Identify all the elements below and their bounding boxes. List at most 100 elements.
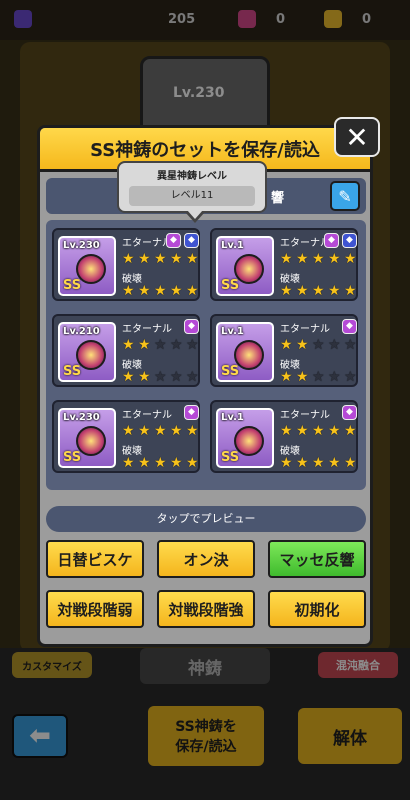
edit-set-name-button[interactable]: ✎ [330,181,360,211]
ss-rank-badge: SS [221,450,240,465]
star-filled-icon: ★ [312,423,325,439]
star-filled-icon: ★ [328,283,341,299]
shinchu-card[interactable]: Lv.230 SS エターナル ◆ ◆ ★ ★ ★ ★ ★ 破壊 ★ ★ ★ ★ ★ [52,228,200,301]
rune-badge-icon: ◆ [342,405,357,420]
shinchu-card[interactable]: Lv.210 SS エターナル ◆ ★ ★ ★ ★ ★ 破壊 ★ ★ ★ ★ ★ [52,314,200,387]
star-filled-icon: ★ [138,283,151,299]
star-rating-bottom: ★ ★ ★ ★ ★ [122,456,201,470]
shinchu-thumbnail: Lv.230 SS [58,408,116,468]
star-filled-icon: ★ [154,283,167,299]
shinchu-card[interactable]: Lv.1 SS エターナル ◆ ★ ★ ★ ★ ★ 破壊 ★ ★ ★ ★ ★ [210,400,358,473]
star-filled-icon: ★ [296,251,309,267]
ss-rank-badge: SS [63,278,82,293]
star-empty-icon: ★ [186,369,199,385]
shinchu-grid: Lv.230 SS エターナル ◆ ◆ ★ ★ ★ ★ ★ 破壊 ★ ★ ★ ★ ★ Lv.1 SS… [46,220,366,490]
star-filled-icon: ★ [344,455,357,471]
reset-button[interactable]: 初期化 [268,590,366,628]
star-filled-icon: ★ [344,283,357,299]
star-filled-icon: ★ [312,251,325,267]
star-filled-icon: ★ [170,455,183,471]
shinchu-card[interactable]: Lv.1 SS エターナル ◆ ★ ★ ★ ★ ★ 破壊 ★ ★ ★ ★ ★ [210,314,358,387]
star-filled-icon: ★ [122,423,135,439]
tooltip-arrow [185,210,205,223]
star-filled-icon: ★ [312,455,325,471]
preset-battle-weak-button[interactable]: 対戦段階弱 [46,590,144,628]
star-empty-icon: ★ [154,369,167,385]
star-filled-icon: ★ [344,423,357,439]
star-rating-bottom: ★ ★ ★ ★ ★ [280,370,359,384]
close-icon: ✕ [345,120,369,154]
star-filled-icon: ★ [328,251,341,267]
rune-badge-icon: ◆ [184,405,199,420]
rune-badge-icon: ◆ [324,233,339,248]
star-filled-icon: ★ [138,337,151,353]
tap-preview-bar[interactable]: タップでプレビュー [46,506,366,532]
star-empty-icon: ★ [328,337,341,353]
star-rating-top: ★ ★ ★ ★ ★ [122,424,201,438]
preset-battle-strong-button[interactable]: 対戦段階強 [157,590,255,628]
shinchu-card[interactable]: Lv.230 SS エターナル ◆ ★ ★ ★ ★ ★ 破壊 ★ ★ ★ ★ ★ [52,400,200,473]
ss-rank-badge: SS [221,278,240,293]
star-filled-icon: ★ [138,369,151,385]
star-filled-icon: ★ [296,283,309,299]
star-filled-icon: ★ [186,455,199,471]
star-filled-icon: ★ [344,251,357,267]
star-empty-icon: ★ [186,337,199,353]
tooltip-title: 異星神鋳レベル [157,171,227,182]
star-filled-icon: ★ [170,283,183,299]
preset-online-battle-button[interactable]: オン決 [157,540,255,578]
star-rating-bottom: ★ ★ ★ ★ ★ [122,370,201,384]
star-filled-icon: ★ [296,455,309,471]
preset-daily-biscuit-button[interactable]: 日替ビスケ [46,540,144,578]
star-filled-icon: ★ [328,423,341,439]
star-rating-top: ★ ★ ★ ★ ★ [280,338,359,352]
rune-badge-icon: ◆ [166,233,181,248]
shinchu-thumbnail: Lv.230 SS [58,236,116,296]
star-filled-icon: ★ [296,423,309,439]
rune-badge-icon: ◆ [184,319,199,334]
star-filled-icon: ★ [328,455,341,471]
rune-badge-icon: ◆ [184,233,199,248]
ss-rank-badge: SS [63,450,82,465]
card-name: エターナル [122,410,172,421]
star-filled-icon: ★ [186,283,199,299]
star-filled-icon: ★ [138,251,151,267]
star-empty-icon: ★ [170,369,183,385]
shinchu-thumbnail: Lv.1 SS [216,236,274,296]
star-filled-icon: ★ [154,423,167,439]
tooltip-value: レベル11 [129,186,255,206]
preset-masse-echo-button[interactable]: マッセ反響 [268,540,366,578]
star-filled-icon: ★ [154,251,167,267]
star-rating-top: ★ ★ ★ ★ ★ [280,252,359,266]
star-rating-top: ★ ★ ★ ★ ★ [122,338,201,352]
star-empty-icon: ★ [154,337,167,353]
shinchu-thumbnail: Lv.1 SS [216,322,274,382]
star-filled-icon: ★ [186,251,199,267]
star-filled-icon: ★ [122,455,135,471]
card-name: エターナル [280,324,330,335]
star-empty-icon: ★ [312,337,325,353]
star-filled-icon: ★ [154,455,167,471]
close-button[interactable]: ✕ [334,117,380,157]
rune-badge-icon: ◆ [342,233,357,248]
star-filled-icon: ★ [280,251,293,267]
card-name: エターナル [122,238,172,249]
shinchu-card[interactable]: Lv.1 SS エターナル ◆ ◆ ★ ★ ★ ★ ★ 破壊 ★ ★ ★ ★ ★ [210,228,358,301]
star-filled-icon: ★ [138,455,151,471]
card-name: エターナル [280,238,330,249]
pencil-icon: ✎ [338,186,352,206]
star-filled-icon: ★ [280,283,293,299]
level-tooltip: 異星神鋳レベル レベル11 [117,161,267,223]
star-rating-top: ★ ★ ★ ★ ★ [280,424,359,438]
shinchu-thumbnail: Lv.210 SS [58,322,116,382]
star-filled-icon: ★ [122,251,135,267]
card-name: エターナル [280,410,330,421]
star-filled-icon: ★ [280,455,293,471]
star-rating-bottom: ★ ★ ★ ★ ★ [280,284,359,298]
star-rating-top: ★ ★ ★ ★ ★ [122,252,201,266]
star-filled-icon: ★ [122,337,135,353]
star-filled-icon: ★ [312,283,325,299]
star-empty-icon: ★ [328,369,341,385]
star-empty-icon: ★ [344,337,357,353]
shinchu-thumbnail: Lv.1 SS [216,408,274,468]
